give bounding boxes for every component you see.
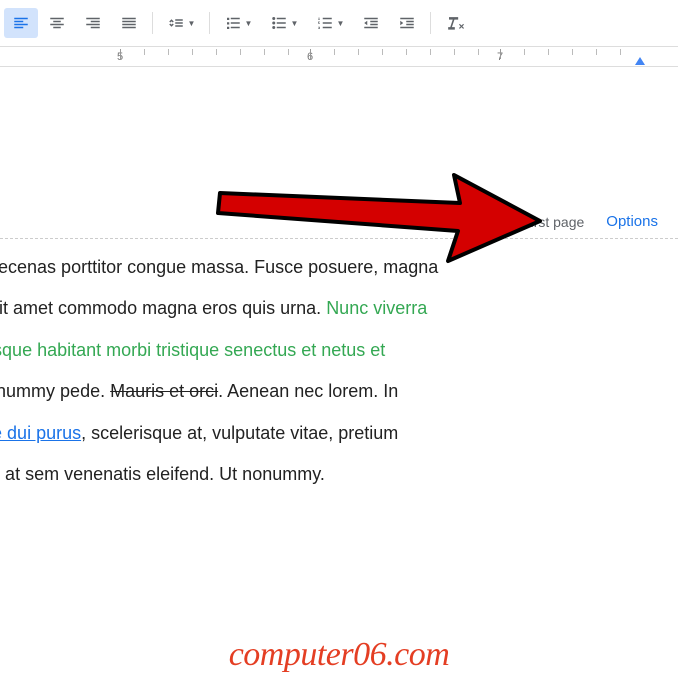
strikethrough-text: Mauris et orci — [110, 381, 218, 401]
document-body-text[interactable]: elit. Maecenas porttitor congue massa. F… — [0, 239, 678, 495]
green-text: Nunc viverra — [326, 298, 427, 318]
separator — [209, 12, 210, 34]
align-center-button[interactable] — [40, 8, 74, 38]
chevron-down-icon: ▼ — [337, 19, 345, 28]
checklist-icon — [224, 14, 242, 32]
text-line: ibero, sit amet commodo magna eros quis … — [0, 288, 658, 329]
chevron-down-icon: ▼ — [291, 19, 299, 28]
separator — [430, 12, 431, 34]
chevron-down-icon: ▼ — [188, 19, 196, 28]
document-area: Different first page Options elit. Maece… — [0, 67, 678, 495]
indent-decrease-icon — [362, 14, 380, 32]
ruler[interactable]: 5 6 7 — [0, 47, 678, 67]
ruler-right-indent-marker[interactable] — [635, 57, 645, 65]
different-first-page-checkbox[interactable]: Different first page — [445, 213, 584, 230]
indent-increase-icon — [398, 14, 416, 32]
checkbox-label: Different first page — [470, 214, 584, 230]
align-justify-icon — [120, 14, 138, 32]
hyperlink-text: endisse dui purus — [0, 423, 81, 443]
numbered-list-icon — [316, 14, 334, 32]
align-right-icon — [84, 14, 102, 32]
toolbar: ▼ ▼ ▼ ▼ — [0, 0, 678, 47]
indent-decrease-button[interactable] — [354, 8, 388, 38]
header-options-bar: Different first page Options — [0, 207, 678, 239]
line-spacing-icon — [167, 14, 185, 32]
align-center-icon — [48, 14, 66, 32]
chevron-down-icon: ▼ — [245, 19, 253, 28]
line-spacing-button[interactable]: ▼ — [159, 8, 203, 38]
align-justify-button[interactable] — [112, 8, 146, 38]
bulleted-list-button[interactable]: ▼ — [262, 8, 306, 38]
text-line: endisse dui purus, scelerisque at, vulpu… — [0, 413, 658, 454]
checklist-button[interactable]: ▼ — [216, 8, 260, 38]
clear-formatting-icon — [444, 13, 464, 33]
watermark: computer06.com — [229, 636, 450, 674]
text-line: ellentesque habitant morbi tristique sen… — [0, 330, 658, 371]
green-text: ellentesque habitant morbi tristique sen… — [0, 340, 385, 360]
align-left-button[interactable] — [4, 8, 38, 38]
text-line: t neque at sem venenatis eleifend. Ut no… — [0, 454, 658, 495]
align-right-button[interactable] — [76, 8, 110, 38]
checkbox-icon — [445, 213, 462, 230]
indent-increase-button[interactable] — [390, 8, 424, 38]
numbered-list-button[interactable]: ▼ — [308, 8, 352, 38]
text-line: etra nonummy pede. Mauris et orci. Aenea… — [0, 371, 658, 412]
bulleted-list-icon — [270, 14, 288, 32]
clear-formatting-button[interactable] — [437, 8, 471, 38]
separator — [152, 12, 153, 34]
options-link[interactable]: Options — [606, 213, 658, 230]
text-line: elit. Maecenas porttitor congue massa. F… — [0, 247, 658, 288]
align-left-icon — [12, 14, 30, 32]
